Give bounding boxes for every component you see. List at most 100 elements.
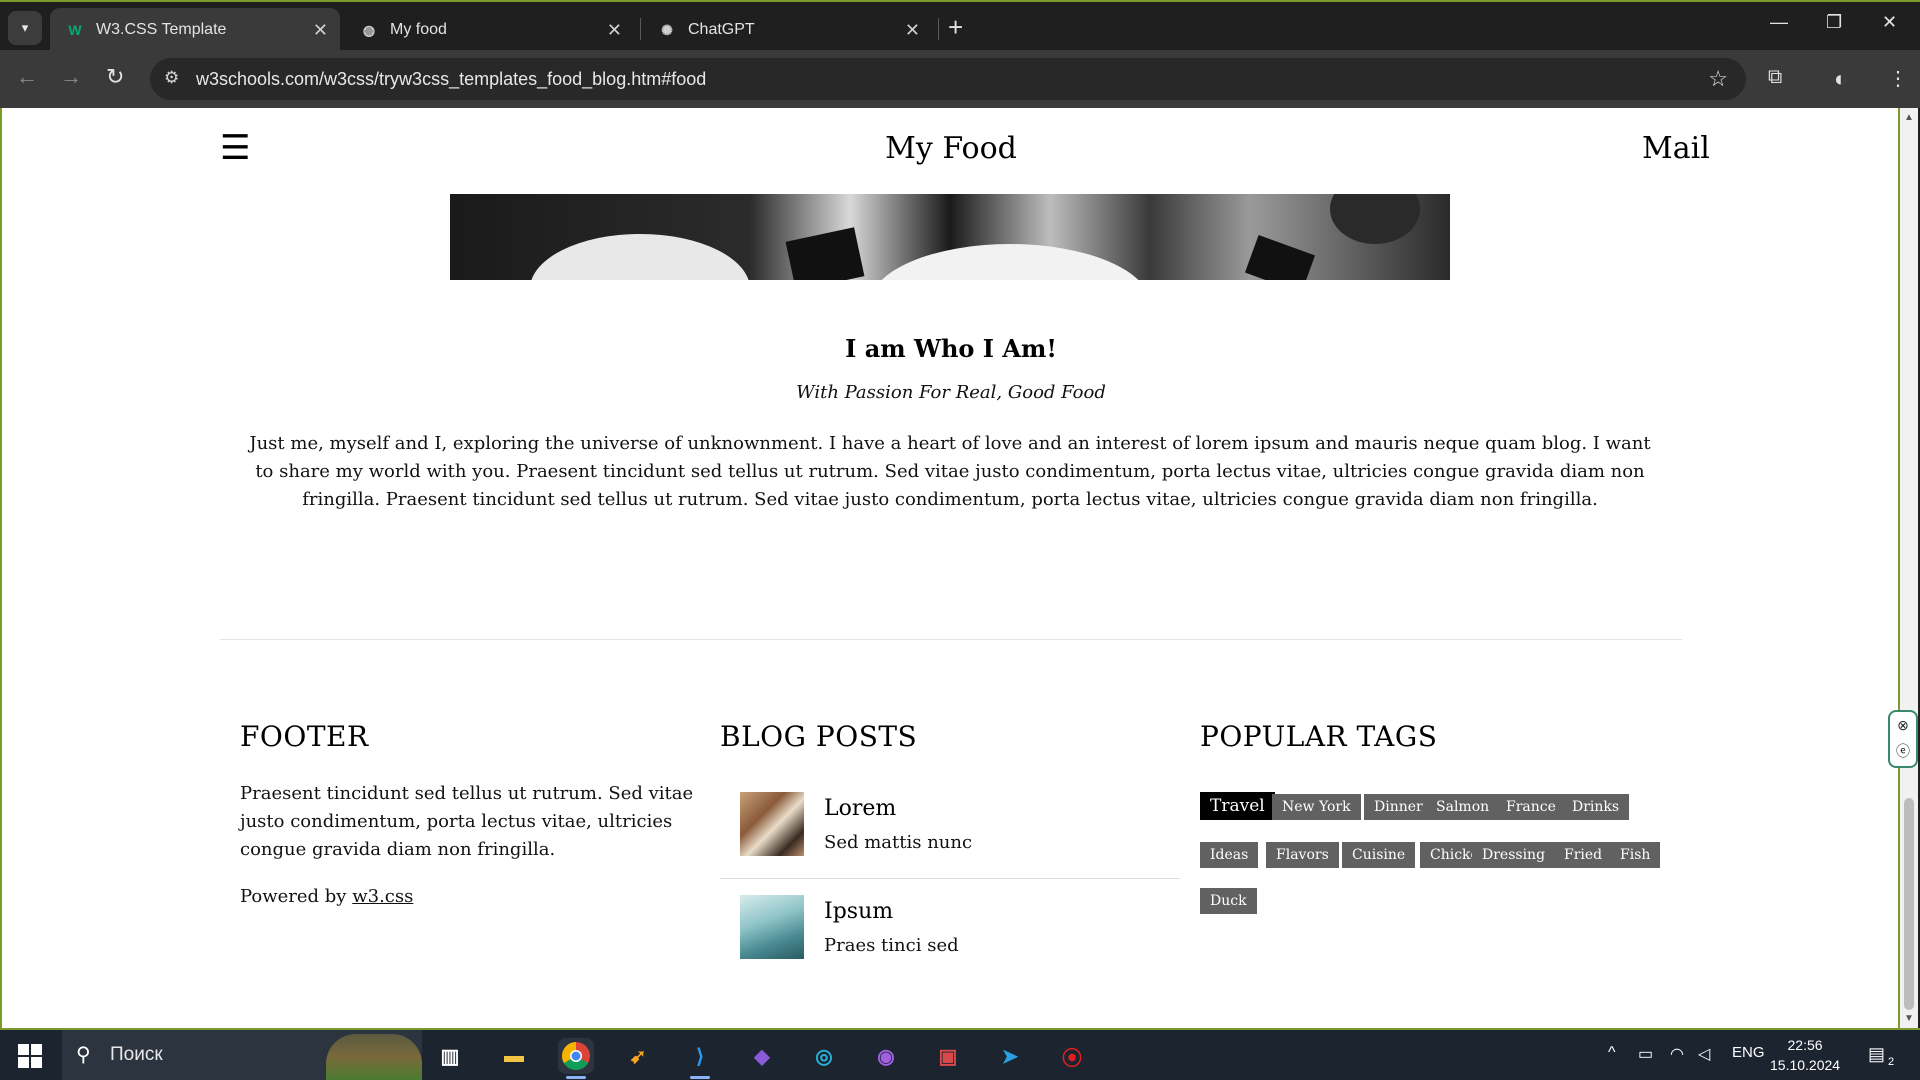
section-divider xyxy=(220,639,1682,640)
side-extension-widget[interactable]: ⊗ ⓔ xyxy=(1888,710,1918,768)
about-paragraph: Just me, myself and I, exploring the uni… xyxy=(249,433,1651,510)
hero-food-image xyxy=(450,194,1450,280)
search-icon: ⚲ xyxy=(76,1044,91,1066)
close-tab-icon[interactable]: ✕ xyxy=(905,20,920,41)
minimize-icon[interactable]: — xyxy=(1770,12,1788,33)
wifi-icon[interactable]: ◠ xyxy=(1670,1044,1684,1064)
firebase-icon[interactable]: ➹ xyxy=(620,1038,656,1074)
notifications-icon[interactable]: ▤ xyxy=(1868,1044,1885,1065)
close-tab-icon[interactable]: ✕ xyxy=(607,20,622,41)
tag-dinner[interactable]: Dinner xyxy=(1364,794,1433,820)
language-indicator[interactable]: ENG xyxy=(1732,1044,1765,1061)
tab-title: ChatGPT xyxy=(688,21,755,38)
blog-post-item[interactable]: Ipsum Praes tinci sed xyxy=(720,879,1180,982)
blog-post-item[interactable]: Lorem Sed mattis nunc xyxy=(720,776,1180,879)
tag-fried[interactable]: Fried xyxy=(1554,842,1613,868)
tag-travel[interactable]: Travel xyxy=(1200,792,1275,820)
active-app-indicator xyxy=(566,1076,586,1079)
store-icon[interactable]: ▣ xyxy=(930,1038,966,1074)
hero-image-detail xyxy=(1330,194,1420,244)
search-placeholder: Поиск xyxy=(110,1044,163,1065)
mail-link[interactable]: Mail xyxy=(1642,131,1710,166)
restore-icon[interactable]: ❐ xyxy=(1826,12,1842,33)
blog-post-thumbnail xyxy=(740,792,804,856)
tag-drinks[interactable]: Drinks xyxy=(1562,794,1630,820)
w3css-link[interactable]: w3.css xyxy=(352,886,413,907)
file-explorer-icon[interactable]: ▬ xyxy=(496,1038,532,1074)
profile-icon[interactable]: ◐ xyxy=(1834,66,1847,92)
task-view-icon[interactable]: ▥ xyxy=(432,1038,468,1074)
taskbar-search[interactable]: ⚲ Поиск xyxy=(62,1030,422,1080)
tag-salmon[interactable]: Salmon xyxy=(1426,794,1500,820)
edge-e-icon[interactable]: ⓔ xyxy=(1890,738,1916,764)
blog-post-subtitle: Sed mattis nunc xyxy=(824,832,973,853)
vscode-icon[interactable]: ⟩ xyxy=(682,1038,718,1074)
w3schools-favicon-icon: W xyxy=(68,22,82,38)
tag-flavors[interactable]: Flavors xyxy=(1266,842,1339,868)
globe-icon: ◍ xyxy=(362,21,376,38)
page-viewport: ☰ My Food Mail I am Who I Am! With Passi… xyxy=(2,108,1900,1028)
clock-date: 15.10.2024 xyxy=(1770,1057,1841,1073)
back-icon[interactable]: ← xyxy=(16,64,38,90)
tag-fish[interactable]: Fish xyxy=(1610,842,1661,868)
site-top-bar: ☰ My Food Mail xyxy=(2,108,1900,194)
close-circle-icon[interactable]: ⊗ xyxy=(1890,712,1916,738)
chatgpt-favicon-icon: ✺ xyxy=(661,21,673,38)
scroll-down-icon[interactable]: ▼ xyxy=(1904,1013,1914,1024)
media-player-icon[interactable]: ◉ xyxy=(868,1038,904,1074)
search-highlight-image xyxy=(326,1034,422,1080)
powered-by-prefix: Powered by xyxy=(240,886,347,907)
powered-by: Powered by w3.css xyxy=(240,886,413,907)
volume-icon[interactable]: ◁ xyxy=(1698,1044,1710,1064)
tag-cuisine[interactable]: Cuisine xyxy=(1342,842,1416,868)
windows-taskbar: ⚲ Поиск ▥ ▬ ➹ ⟩ ◆ ◎ ◉ ▣ ➤ ⦿ ^ ▭ ◠ ◁ ENG … xyxy=(0,1028,1920,1080)
edge-icon[interactable]: ◎ xyxy=(806,1038,842,1074)
site-title: My Food xyxy=(885,131,1017,166)
battery-icon[interactable]: ▭ xyxy=(1638,1044,1653,1064)
chrome-icon[interactable] xyxy=(558,1038,594,1074)
show-hidden-icons-icon[interactable]: ^ xyxy=(1608,1044,1616,1062)
tab-separator xyxy=(640,18,641,40)
hero-image-detail xyxy=(785,227,865,280)
tag-france[interactable]: France xyxy=(1496,794,1566,820)
telegram-icon[interactable]: ➤ xyxy=(992,1038,1028,1074)
taskbar-clock[interactable]: 22:56 15.10.2024 xyxy=(1770,1035,1840,1075)
blog-post-subtitle: Praes tinci sed xyxy=(824,935,959,956)
address-bar[interactable]: ⚙ w3schools.com/w3css/tryw3css_templates… xyxy=(150,58,1746,100)
close-window-icon[interactable]: ✕ xyxy=(1882,12,1897,33)
close-tab-icon[interactable]: ✕ xyxy=(313,20,328,41)
windows-start-icon[interactable] xyxy=(18,1044,42,1068)
menu-kebab-icon[interactable]: ⋮ xyxy=(1888,66,1908,91)
bookmark-star-icon[interactable]: ☆ xyxy=(1708,66,1728,92)
reload-icon[interactable]: ↻ xyxy=(106,64,124,90)
blog-post-title: Ipsum xyxy=(824,899,894,924)
tab-title: My food xyxy=(390,21,447,38)
scrollbar-thumb[interactable] xyxy=(1904,798,1914,1010)
tab-title: W3.CSS Template xyxy=(96,21,227,38)
blog-post-thumbnail xyxy=(740,895,804,959)
recorder-icon[interactable]: ⦿ xyxy=(1054,1038,1090,1074)
tag-duck[interactable]: Duck xyxy=(1200,888,1257,914)
browser-toolbar: ← → ↻ ⚙ w3schools.com/w3css/tryw3css_tem… xyxy=(0,50,1920,108)
tab-search-dropdown-icon[interactable]: ▾ xyxy=(8,11,42,45)
blog-post-title: Lorem xyxy=(824,796,897,821)
page-scrollbar[interactable]: ▲ ▼ xyxy=(1900,108,1918,1028)
tag-dressing[interactable]: Dressing xyxy=(1472,842,1556,868)
tab-separator xyxy=(938,18,939,40)
extensions-icon[interactable]: ⧉ xyxy=(1768,66,1782,89)
tab-my-food[interactable]: ◍ My food ✕ xyxy=(344,8,634,52)
scroll-up-icon[interactable]: ▲ xyxy=(1904,112,1914,123)
blog-posts-heading: BLOG POSTS xyxy=(720,720,918,753)
notification-count: 2 xyxy=(1888,1056,1895,1068)
forward-icon[interactable]: → xyxy=(60,64,82,90)
visual-studio-icon[interactable]: ◆ xyxy=(744,1038,780,1074)
tab-w3css-template[interactable]: W W3.CSS Template ✕ xyxy=(50,8,340,52)
tag-ideas[interactable]: Ideas xyxy=(1200,842,1259,868)
tab-chatgpt[interactable]: ✺ ChatGPT ✕ xyxy=(642,8,932,52)
clock-time: 22:56 xyxy=(1787,1037,1823,1053)
tag-new-york[interactable]: New York xyxy=(1272,794,1361,820)
hero-image-detail xyxy=(1244,234,1316,280)
about-subheading: With Passion For Real, Good Food xyxy=(796,382,1106,403)
site-info-icon[interactable]: ⚙ xyxy=(164,68,179,88)
new-tab-icon[interactable]: + xyxy=(948,14,963,40)
